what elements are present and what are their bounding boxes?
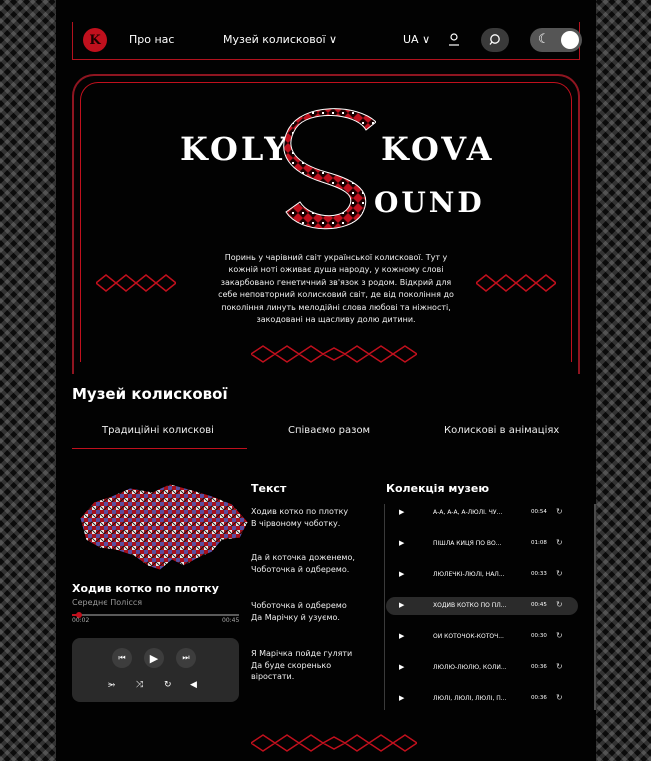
collection-item[interactable]: ▶ ОЙ КОТОЧОК-КОТОЧ... 00:30 ↻ [386,628,578,646]
ornament-center [251,345,417,363]
collection-item-duration: 00:54 [531,509,547,515]
repeat-icon[interactable]: ↻ [556,538,563,547]
play-icon[interactable]: ▶ [399,663,404,671]
collection-item-title: ЛЮЛЮ-ЛЮЛЮ, КОЛИ... [433,664,507,671]
collection-item-title: ОЙ КОТОЧОК-КОТОЧ... [433,633,504,640]
volume-icon[interactable]: ◀ [190,680,197,690]
language-label: UA [403,33,419,46]
search-button[interactable] [481,28,509,52]
previous-button[interactable]: ⏮ [112,648,132,668]
collection-heading: Колекція музею [386,482,490,495]
collection-item-duration: 01:08 [531,540,547,546]
collection-scrollbar[interactable] [594,504,596,710]
hero-title-bottom: OUND [374,186,485,219]
repeat-icon[interactable]: ↻ [556,507,563,516]
chevron-down-icon: ∨ [422,33,431,46]
search-icon [489,34,500,45]
lyrics-verse: Да й коточка доженемо, Чоботочка й одбер… [251,553,355,574]
active-tab-indicator [72,448,247,449]
collection-item-title: А-А, А-А, А-ЛЮЛІ. ЧУ... [433,509,503,516]
repeat-icon[interactable]: ↻ [556,600,563,609]
repeat-icon[interactable]: ↻ [556,569,563,578]
skip-forward-icon: ⏭ [182,653,190,662]
logo[interactable]: K [83,28,107,52]
page-frame: K Про нас Музей колискової ∨ UA ∨ ☾ KOLY… [56,0,596,761]
tab-sing-together[interactable]: Співаємо разом [288,425,370,436]
share-icon[interactable]: ⭃ [108,680,115,690]
chevron-down-icon: ∨ [329,33,338,46]
tab-traditional[interactable]: Традиційні колискові [102,425,214,436]
collection-item-duration: 00:36 [531,664,547,670]
collection-item[interactable]: ▶ А-А, А-А, А-ЛЮЛІ. ЧУ... 00:54 ↻ [386,504,578,522]
tab-animations[interactable]: Колискові в анімаціях [444,425,559,436]
collection-item-title: ПІШЛА КИЦЯ ПО ВО... [433,540,502,547]
hero-title-right: KOVA [381,130,495,168]
next-button[interactable]: ⏭ [176,648,196,668]
toggle-knob [561,31,579,49]
time-total: 00:45 [222,617,240,624]
moon-icon: ☾ [538,32,550,47]
site-header: K Про нас Музей колискової ∨ UA ∨ ☾ [72,22,582,60]
ornament-bottom [251,734,417,752]
lyrics-verse: Ходив котко по плотку В чірвоному чоботк… [251,507,349,528]
embroidered-s-logo [283,108,376,230]
language-selector[interactable]: UA ∨ [403,33,430,46]
skip-back-icon: ⏮ [118,653,126,662]
play-icon[interactable]: ▶ [399,601,404,609]
repeat-icon[interactable]: ↻ [164,680,172,690]
collection-item[interactable]: ▶ ХОДИВ КОТКО ПО ПЛ... 00:45 ↻ [386,597,578,615]
hero-description: Поринь у чарівний світ української колис… [218,253,454,324]
play-icon: ▶ [149,651,159,665]
current-song-region: Середнє Полісся [72,598,143,607]
ornament-left [96,274,176,292]
current-song-title: Ходив котко по плотку [72,582,219,595]
hero-title-left: KOLY [180,130,291,168]
collection-item-duration: 00:45 [531,602,547,608]
user-icon[interactable] [447,32,461,48]
collection-item-duration: 00:30 [531,633,547,639]
lyrics-heading: Текст [251,482,287,495]
nav-about-link[interactable]: Про нас [129,33,174,46]
repeat-icon[interactable]: ↻ [556,662,563,671]
collection-item-duration: 00:33 [531,571,547,577]
progress-bar[interactable] [72,612,239,618]
play-icon[interactable]: ▶ [399,632,404,640]
collection-item[interactable]: ▶ ПІШЛА КИЦЯ ПО ВО... 01:08 ↻ [386,535,578,553]
nav-museum-label: Музей колискової [223,33,326,46]
lyrics-verse: Чоботочка й одберемо Да Марічку й узуємо… [251,601,347,622]
lyrics-verse: Я Марічка пойде гуляти Да буде скоренько… [251,649,353,682]
museum-section-title: Музей колискової [72,385,228,403]
collection-item[interactable]: ▶ ЛЮЛЮ-ЛЮЛЮ, КОЛИ... 00:36 ↻ [386,659,578,677]
collection-item-title: ХОДИВ КОТКО ПО ПЛ... [433,602,507,609]
ukraine-embroidery-map [79,483,249,571]
ornament-right [476,274,556,292]
play-button[interactable]: ▶ [144,648,164,668]
theme-toggle[interactable]: ☾ [530,28,582,52]
player-controls: ⏮ ▶ ⏭ [72,638,239,702]
play-icon[interactable]: ▶ [399,694,404,702]
repeat-icon[interactable]: ↻ [556,631,563,640]
collection-item-title: ЛЮЛІ, ЛЮЛІ, ЛЮЛІ, П... [433,695,507,702]
collection-item[interactable]: ▶ ЛЮЛІ, ЛЮЛІ, ЛЮЛІ, П... 00:36 ↻ [386,690,578,708]
shuffle-icon[interactable]: ⤨ [136,680,143,690]
play-icon[interactable]: ▶ [399,539,404,547]
play-icon[interactable]: ▶ [399,570,404,578]
repeat-icon[interactable]: ↻ [556,693,563,702]
collection-item[interactable]: ▶ ЛЮЛЕЧКІ-ЛЮЛІ, НАЛ... 00:33 ↻ [386,566,578,584]
collection-item-title: ЛЮЛЕЧКІ-ЛЮЛІ, НАЛ... [433,571,505,578]
collection-item-duration: 00:36 [531,695,547,701]
play-icon[interactable]: ▶ [399,508,404,516]
collection-divider [384,504,385,710]
time-current: 00:02 [72,617,90,624]
nav-museum-dropdown[interactable]: Музей колискової ∨ [223,33,337,46]
